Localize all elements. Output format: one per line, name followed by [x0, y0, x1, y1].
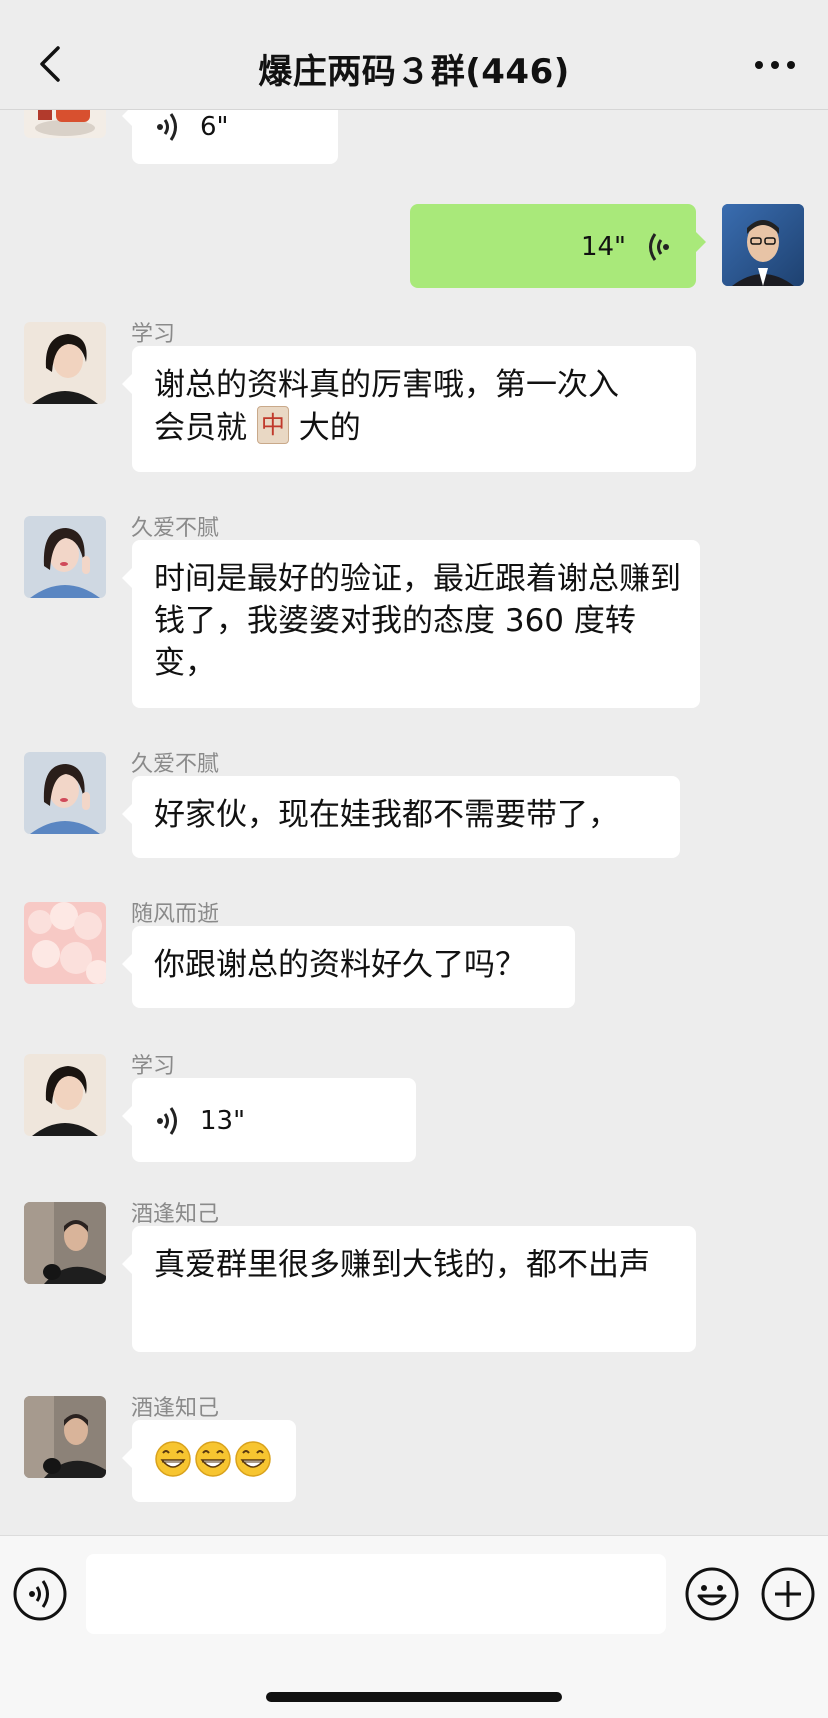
grinning-face-icon	[155, 1441, 191, 1477]
voice-duration: 13"	[200, 1106, 246, 1136]
voice-wave-icon	[157, 1107, 177, 1135]
grinning-face-icon	[235, 1441, 271, 1477]
mahjong-red-dragon-icon: 中	[256, 406, 289, 444]
avatar[interactable]	[24, 1396, 106, 1478]
sender-name: 学习	[131, 1054, 176, 1079]
sender-name: 酒逢知己	[131, 1202, 220, 1227]
emoji-message[interactable]	[122, 1420, 296, 1502]
text-message[interactable]: 真爱群里很多赚到大钱的，都不出声	[122, 1226, 696, 1352]
avatar[interactable]	[24, 1202, 106, 1284]
emoji-icon[interactable]	[684, 1566, 740, 1622]
home-indicator	[266, 1692, 562, 1702]
voice-duration: 6"	[200, 112, 229, 142]
sender-name: 学习	[131, 322, 176, 347]
voice-wave-icon	[649, 233, 669, 261]
text-message[interactable]: 时间是最好的验证，最近跟着谢总赚到钱了，我婆婆对我的态度 360 度转变，	[122, 540, 700, 708]
voice-wave-icon	[157, 113, 177, 141]
avatar-self[interactable]	[722, 204, 804, 286]
avatar[interactable]	[24, 752, 106, 834]
sender-name: 随风而逝	[131, 902, 220, 927]
sender-name: 酒逢知己	[131, 1396, 220, 1421]
voice-toggle-icon[interactable]	[12, 1566, 68, 1622]
ellipsis-icon[interactable]	[750, 50, 800, 80]
sender-name: 久爱不腻	[131, 516, 220, 541]
avatar[interactable]	[24, 1054, 106, 1136]
avatar[interactable]	[24, 902, 106, 984]
text-message[interactable]: 好家伙，现在娃我都不需要带了，	[122, 776, 680, 858]
voice-message-self[interactable]: 14"	[410, 204, 706, 288]
chat-title: 爆庄两码３群(446)	[258, 52, 570, 92]
message-list[interactable]: 6" 14" 学习 谢总的资料真的厉害哦，第一次入 会员就 中 大的 久爱不腻 …	[0, 0, 828, 1535]
grinning-face-icon	[195, 1441, 231, 1477]
avatar[interactable]	[24, 516, 106, 598]
voice-message[interactable]: 13"	[122, 1078, 416, 1162]
input-bar	[0, 1535, 828, 1718]
text-message[interactable]: 你跟谢总的资料好久了吗？	[122, 926, 575, 1008]
message-text: 谢总的资料真的厉害哦，第一次入	[154, 367, 619, 403]
message-text-line2: 会员就 中 大的	[154, 406, 674, 449]
sender-name: 久爱不腻	[131, 752, 220, 777]
plus-icon[interactable]	[760, 1566, 816, 1622]
text-message[interactable]: 谢总的资料真的厉害哦，第一次入 会员就 中 大的	[122, 346, 696, 472]
message-input[interactable]	[86, 1554, 666, 1634]
avatar[interactable]	[24, 322, 106, 404]
voice-duration: 14"	[580, 232, 626, 262]
chat-header: 爆庄两码３群(446)	[0, 0, 828, 110]
